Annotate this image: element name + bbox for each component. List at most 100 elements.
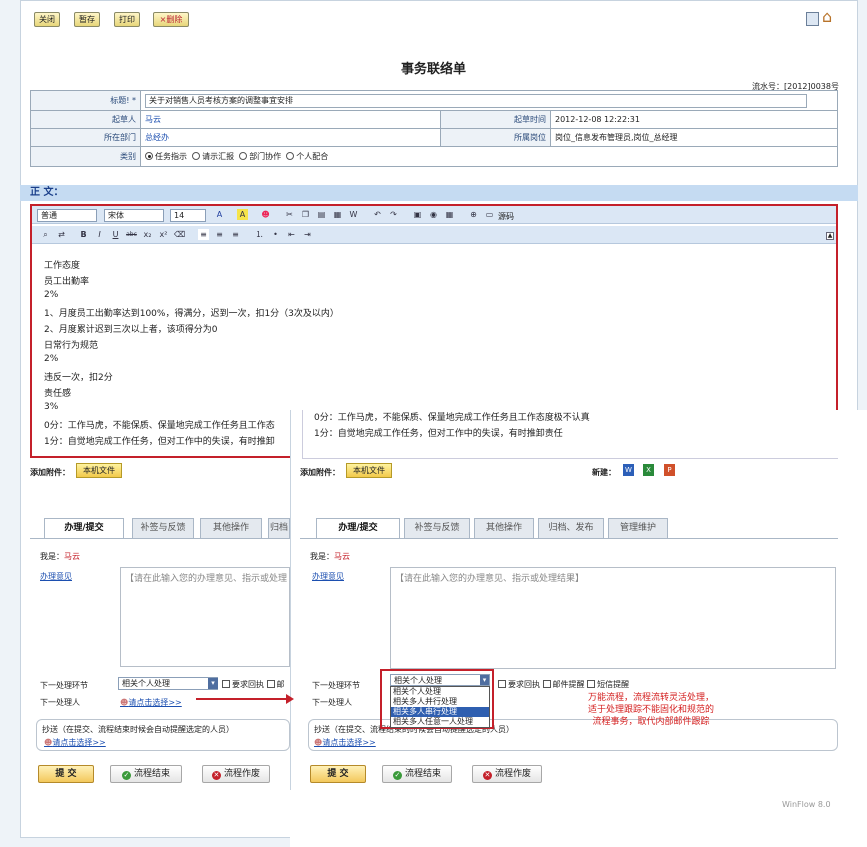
type-radio-task[interactable]: 任务指示 [145,152,187,161]
cc-select-link[interactable]: ☻请点击选择>> [44,737,106,748]
type-radio-request[interactable]: 请示汇报 [192,152,234,161]
type-radio-dept[interactable]: 部门协作 [239,152,281,161]
attach-local-file-button[interactable]: 本机文件 [76,463,122,478]
draft-time-label: 起草时间 [440,110,551,129]
document-icon[interactable] [806,12,819,26]
content-line: 3% [44,402,59,412]
type-label: 类别 [30,146,141,167]
underline-icon[interactable]: U [110,229,121,240]
align-left-icon[interactable]: ≡ [198,229,209,240]
option-single[interactable]: 相关个人处理 [391,687,489,697]
cut-icon[interactable]: ✂ [284,209,295,220]
me-label: 我是：马云 [40,552,80,561]
next-step-select[interactable]: 相关个人处理 [390,674,490,686]
tab-handle-submit[interactable]: 办理/提交 [44,518,124,539]
flash-icon[interactable]: ◉ [428,209,439,220]
paste-text-icon[interactable]: ▦ [332,209,343,220]
option-any-one[interactable]: 相关多人任意一人处理 [391,717,489,727]
preview-icon[interactable]: ⊕ [468,209,479,220]
finish-flow-button[interactable]: ✓ 流程结束 [382,765,452,783]
content-line: 1、月度员工出勤率达到100%，得满分，迟到一次，扣1分（3次及以内） [44,309,339,319]
copy-icon[interactable]: ❐ [300,209,311,220]
eraser-icon[interactable]: ⌫ [174,229,185,240]
receipt-checkbox[interactable]: 要求回执 邮 [222,679,285,690]
close-button[interactable]: 关闭 [34,12,60,27]
next-person-label: 下一处理人 [312,698,352,707]
home-icon[interactable]: ⌂ [822,9,832,25]
option-parallel[interactable]: 相关多人并行处理 [391,697,489,707]
align-center-icon[interactable]: ≡ [214,229,225,240]
form-header-table: 标题! * 关于对销售人员考核方案的调整事宜安排 起草人 马云 起草时间 201… [30,90,838,167]
chevron-down-icon[interactable]: ▾ [208,678,218,689]
paste-icon[interactable]: ▤ [316,209,327,220]
finish-flow-button[interactable]: ✓ 流程结束 [110,765,182,783]
tab-sign-feedback[interactable]: 补签与反馈 [404,518,470,538]
submit-button[interactable]: 提 交 [310,765,366,783]
next-step-select[interactable]: 相关个人处理 [118,677,218,690]
void-flow-button[interactable]: ✕ 流程作废 [472,765,542,783]
footer-version: WinFlow 8.0 [782,800,831,809]
opinion-textarea[interactable]: 【请在此输入您的办理意见、指示或处理 [120,567,290,667]
title-label: 标题! * [30,90,141,111]
void-flow-button[interactable]: ✕ 流程作废 [202,765,270,783]
italic-icon[interactable]: I [94,229,105,240]
type-radio-personal[interactable]: 个人配合 [286,152,328,161]
subscript-icon[interactable]: x₂ [142,229,153,240]
cc-select-link[interactable]: ☻请点击选择>> [314,737,376,748]
font-color-icon[interactable]: A [214,209,225,220]
strike-icon[interactable]: abc [126,229,137,240]
option-serial[interactable]: 相关多人串行处理 [391,707,489,717]
new-word-icon[interactable]: W [623,464,634,476]
attach-label: 添加附件： [300,468,340,477]
undo-icon[interactable]: ↶ [372,209,383,220]
save-draft-button[interactable]: 暂存 [74,12,100,27]
me-label: 我是：马云 [310,552,350,561]
table-icon[interactable]: ▦ [444,209,455,220]
tab-other-ops[interactable]: 其他操作 [200,518,262,538]
size-select[interactable]: 14 [170,209,206,222]
select-person-link[interactable]: ☻请点击选择>> [120,697,182,708]
attach-local-file-button[interactable]: 本机文件 [346,463,392,478]
bullet-list-icon[interactable]: • [270,229,281,240]
highlight-icon[interactable]: A [237,209,248,220]
replace-icon[interactable]: ⇄ [56,229,67,240]
opinion-textarea[interactable]: 【请在此输入您的办理意见、指示或处理结果】 [390,567,836,669]
tab-archive-publish[interactable]: 归档、发布 [538,518,604,538]
submit-button[interactable]: 提 交 [38,765,94,783]
collapse-icon[interactable]: ▲ [826,232,834,240]
paste-word-icon[interactable]: W [348,209,359,220]
bold-icon[interactable]: B [78,229,89,240]
superscript-icon[interactable]: x² [158,229,169,240]
editor-toolbar-row1: 普通 宋体 14 A A ☻ ✂ ❐ ▤ ▦ W ↶ ↷ ▣ ◉ ▦ ⊕ ▭ 源… [32,206,836,224]
tab-admin[interactable]: 管理维护 [608,518,668,538]
ordered-list-icon[interactable]: ⒈ [254,229,265,240]
new-ppt-icon[interactable]: P [664,464,675,476]
tab-other-ops[interactable]: 其他操作 [474,518,534,538]
opinion-label: 办理意见 [312,572,344,581]
next-step-label: 下一处理环节 [40,681,88,690]
source-icon[interactable]: ▭ [484,209,495,220]
outdent-icon[interactable]: ⇤ [286,229,297,240]
align-right-icon[interactable]: ≡ [230,229,241,240]
tab-archive[interactable]: 归档 [268,518,290,538]
delete-button[interactable]: ×删除 [153,12,189,27]
notify-checkboxes[interactable]: 要求回执 邮件提醒 短信提醒 [498,679,629,690]
indent-icon[interactable]: ⇥ [302,229,313,240]
title-input[interactable]: 关于对销售人员考核方案的调整事宜安排 [145,93,807,108]
redo-icon[interactable]: ↷ [388,209,399,220]
new-excel-icon[interactable]: X [643,464,654,476]
content-line: 日常行为规范 [44,341,99,351]
emoticon-icon[interactable]: ☻ [260,209,271,220]
image-icon[interactable]: ▣ [412,209,423,220]
arrow-line [196,698,288,700]
find-icon[interactable]: ⌕ [40,229,51,240]
print-button[interactable]: 打印 [114,12,140,27]
format-select[interactable]: 普通 [37,209,97,222]
content-line: 违反一次，扣2分 [44,373,113,383]
font-select[interactable]: 宋体 [104,209,164,222]
source-label[interactable]: 源码 [498,211,514,222]
content-line: 工作态度 [44,261,81,271]
chevron-down-icon[interactable]: ▾ [480,675,489,685]
tab-sign-feedback[interactable]: 补签与反馈 [132,518,194,538]
tab-handle-submit[interactable]: 办理/提交 [316,518,400,539]
